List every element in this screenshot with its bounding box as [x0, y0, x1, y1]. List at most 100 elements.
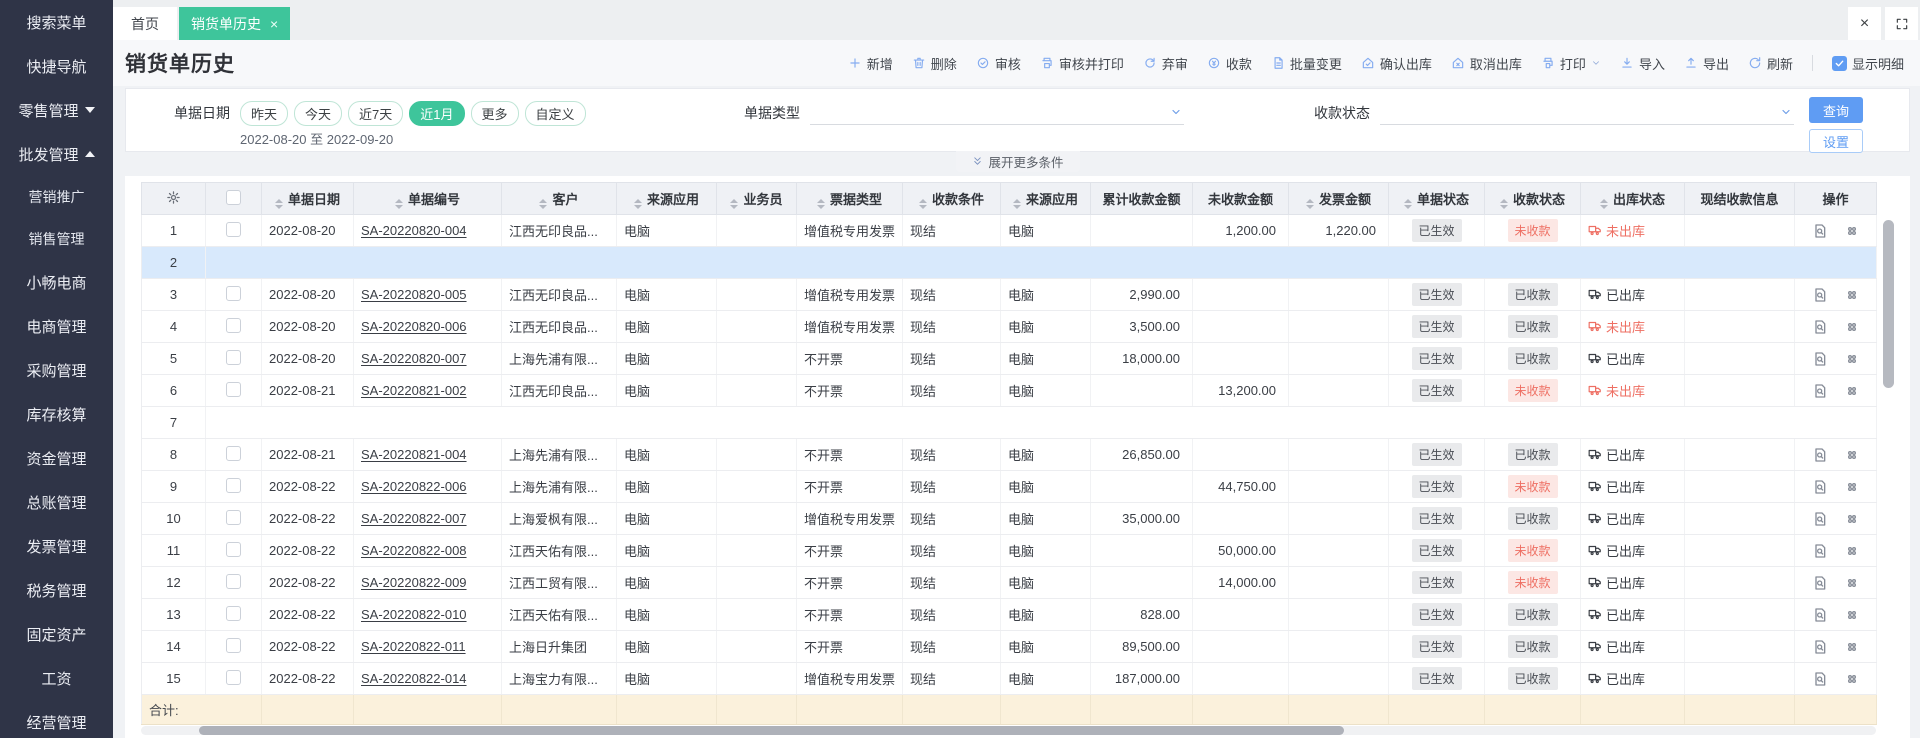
row-checkbox[interactable]: [226, 509, 241, 525]
sidebar-item-固定资产[interactable]: 固定资产: [0, 612, 113, 656]
doc-code-link[interactable]: SA-20220821-002: [361, 383, 467, 398]
sidebar-item-资金管理[interactable]: 资金管理: [0, 436, 113, 480]
show-detail-checkbox[interactable]: [1831, 55, 1847, 71]
preview-button[interactable]: [1812, 511, 1828, 527]
more-actions-button[interactable]: [1844, 447, 1860, 463]
sidebar-item-搜索菜单[interactable]: 搜索菜单: [0, 0, 113, 44]
doc-code-link[interactable]: SA-20220822-010: [361, 607, 467, 622]
row-checkbox[interactable]: [226, 445, 241, 461]
show-detail-toggle[interactable]: 显示明细: [1831, 54, 1904, 73]
row-checkbox[interactable]: [226, 573, 241, 589]
table-row[interactable]: 4 2022-08-20 SA-20220820-006 江西无印良品... 电脑 增值税…: [141, 310, 1877, 343]
table-row[interactable]: 5 2022-08-20 SA-20220820-007 上海先浦有限... 电脑 不开票…: [141, 342, 1877, 375]
date-option-更多[interactable]: 更多: [470, 101, 519, 126]
more-actions-button[interactable]: [1844, 639, 1860, 655]
sort-icon[interactable]: [1012, 198, 1021, 209]
preview-button[interactable]: [1812, 287, 1828, 303]
row-checkbox[interactable]: [226, 605, 241, 621]
sidebar-item-零售管理[interactable]: 零售管理: [0, 88, 113, 132]
sort-icon[interactable]: [633, 198, 642, 209]
table-row[interactable]: 7: [141, 406, 1877, 439]
sort-icon[interactable]: [1305, 198, 1314, 209]
sidebar-item-库存核算[interactable]: 库存核算: [0, 392, 113, 436]
expand-more-conditions[interactable]: 展开更多条件: [955, 151, 1080, 172]
sidebar-item-税务管理[interactable]: 税务管理: [0, 568, 113, 612]
table-row[interactable]: 6 2022-08-21 SA-20220821-002 江西无印良品... 电脑 不开票…: [141, 374, 1877, 407]
tab-sales-history[interactable]: 销货单历史 ×: [179, 7, 291, 40]
row-checkbox[interactable]: [226, 637, 241, 653]
toolbar-button-confirm-out[interactable]: 确认出库: [1361, 54, 1432, 73]
query-button[interactable]: 查询: [1809, 97, 1863, 123]
table-row[interactable]: 2: [141, 246, 1877, 279]
toolbar-button-audit-print[interactable]: 审核并打印: [1040, 54, 1124, 73]
doc-code-link[interactable]: SA-20220822-014: [361, 671, 467, 686]
sort-icon[interactable]: [539, 198, 548, 209]
toolbar-button-export[interactable]: 导出: [1684, 54, 1729, 73]
sort-icon[interactable]: [1599, 198, 1608, 209]
sidebar-item-总账管理[interactable]: 总账管理: [0, 480, 113, 524]
sidebar-item-营销推广[interactable]: 营销推广: [0, 176, 113, 218]
toolbar-button-trash[interactable]: 删除: [912, 54, 957, 73]
table-row[interactable]: 12 2022-08-22 SA-20220822-009 江西工贸有限... 电脑 不开…: [141, 566, 1877, 599]
preview-button[interactable]: [1812, 575, 1828, 591]
sidebar-item-发票管理[interactable]: 发票管理: [0, 524, 113, 568]
sidebar-item-电商管理[interactable]: 电商管理: [0, 304, 113, 348]
preview-button[interactable]: [1812, 383, 1828, 399]
doc-code-link[interactable]: SA-20220822-009: [361, 575, 467, 590]
more-actions-button[interactable]: [1844, 607, 1860, 623]
row-checkbox[interactable]: [226, 669, 241, 685]
doc-code-link[interactable]: SA-20220820-007: [361, 351, 467, 366]
table-row[interactable]: 13 2022-08-22 SA-20220822-010 江西天佑有限... 电脑 不开…: [141, 598, 1877, 631]
doc-code-link[interactable]: SA-20220822-007: [361, 511, 467, 526]
doc-code-link[interactable]: SA-20220822-006: [361, 479, 467, 494]
preview-button[interactable]: [1812, 543, 1828, 559]
sort-icon[interactable]: [730, 198, 739, 209]
select-all-checkbox[interactable]: [226, 189, 241, 205]
sidebar-item-快捷导航[interactable]: 快捷导航: [0, 44, 113, 88]
toolbar-button-abandon[interactable]: 弃审: [1143, 54, 1188, 73]
row-checkbox[interactable]: [226, 317, 241, 333]
preview-button[interactable]: [1812, 447, 1828, 463]
toolbar-button-batch[interactable]: 批量变更: [1271, 54, 1342, 73]
more-actions-button[interactable]: [1844, 287, 1860, 303]
row-checkbox[interactable]: [226, 477, 241, 493]
payment-status-select[interactable]: [1380, 101, 1794, 125]
table-row[interactable]: 15 2022-08-22 SA-20220822-014 上海宝力有限... 电脑 增值…: [141, 662, 1877, 695]
sort-icon[interactable]: [1403, 198, 1412, 209]
table-row[interactable]: 9 2022-08-22 SA-20220822-006 上海先浦有限... 电脑 不开票…: [141, 470, 1877, 503]
more-actions-button[interactable]: [1844, 543, 1860, 559]
toolbar-button-refresh[interactable]: 刷新: [1748, 54, 1793, 73]
preview-button[interactable]: [1812, 607, 1828, 623]
sidebar-item-采购管理[interactable]: 采购管理: [0, 348, 113, 392]
date-option-自定义[interactable]: 自定义: [524, 101, 586, 126]
toolbar-button-collect[interactable]: 收款: [1207, 54, 1252, 73]
sort-icon[interactable]: [816, 198, 825, 209]
more-actions-button[interactable]: [1844, 511, 1860, 527]
date-option-今天[interactable]: 今天: [294, 101, 343, 126]
settings-button[interactable]: 设置: [1809, 129, 1863, 153]
more-actions-button[interactable]: [1844, 479, 1860, 495]
preview-button[interactable]: [1812, 671, 1828, 687]
doc-type-select[interactable]: [810, 101, 1184, 125]
select-all-header[interactable]: [205, 182, 262, 215]
more-actions-button[interactable]: [1844, 223, 1860, 239]
toolbar-button-print[interactable]: 打印: [1541, 54, 1601, 73]
toolbar-button-plus[interactable]: 新增: [848, 54, 893, 73]
horizontal-scrollbar-thumb[interactable]: [199, 726, 1345, 735]
table-row[interactable]: 8 2022-08-21 SA-20220821-004 上海先浦有限... 电脑 不开票…: [141, 438, 1877, 471]
table-row[interactable]: 1 2022-08-20 SA-20220820-004 江西无印良品... 电脑 增值税…: [141, 214, 1877, 247]
vertical-scrollbar-thumb[interactable]: [1883, 220, 1894, 388]
sidebar-item-工资[interactable]: 工资: [0, 656, 113, 700]
fullscreen-button[interactable]: [1885, 7, 1918, 40]
more-actions-button[interactable]: [1844, 383, 1860, 399]
sidebar-item-经营管理[interactable]: 经营管理: [0, 700, 113, 738]
preview-button[interactable]: [1812, 639, 1828, 655]
doc-code-link[interactable]: SA-20220822-011: [361, 639, 466, 654]
doc-code-link[interactable]: SA-20220820-004: [361, 223, 467, 238]
sort-icon[interactable]: [1499, 198, 1508, 209]
row-checkbox[interactable]: [226, 285, 241, 301]
preview-button[interactable]: [1812, 319, 1828, 335]
sidebar-item-批发管理[interactable]: 批发管理: [0, 132, 113, 176]
more-actions-button[interactable]: [1844, 319, 1860, 335]
tab-home[interactable]: 首页: [113, 7, 177, 40]
